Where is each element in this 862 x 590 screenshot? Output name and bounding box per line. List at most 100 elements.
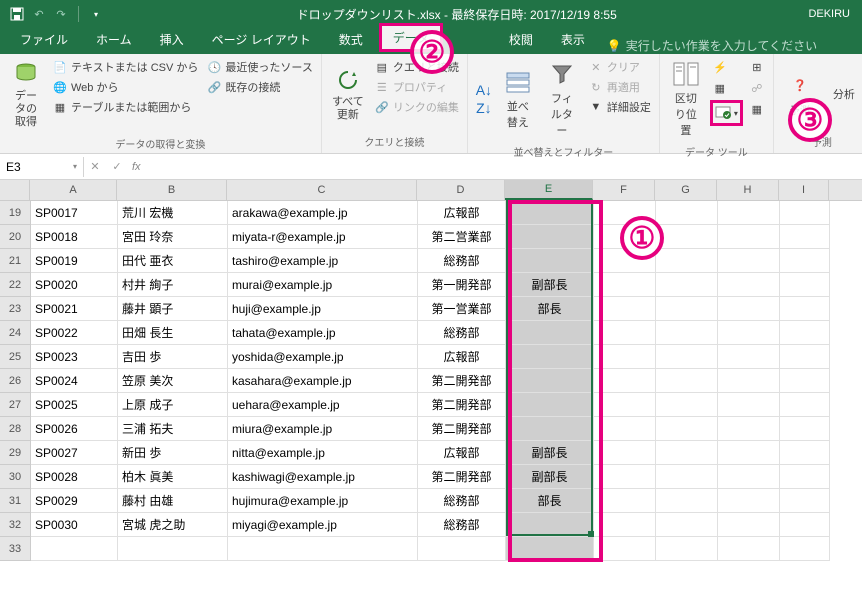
cell[interactable] [718,441,780,465]
cell[interactable] [656,369,718,393]
cell[interactable] [228,537,418,561]
cell[interactable] [718,321,780,345]
rowhead[interactable]: 31 [0,489,30,513]
cancel-formula-icon[interactable]: ✕ [84,160,106,173]
cell[interactable] [780,297,830,321]
filter-button[interactable]: フィルター [542,58,582,140]
cell[interactable]: 広報部 [418,201,506,225]
cell[interactable]: yoshida@example.jp [228,345,418,369]
refresh-all-button[interactable]: すべて 更新 [328,58,368,130]
cell[interactable] [594,297,656,321]
cell[interactable]: 副部長 [506,465,594,489]
cell[interactable]: 第二開発部 [418,417,506,441]
rowhead[interactable]: 26 [0,369,30,393]
cell[interactable]: miyagi@example.jp [228,513,418,537]
rowhead[interactable]: 21 [0,249,30,273]
advanced-filter[interactable]: ▼詳細設定 [586,98,653,116]
existing-connections[interactable]: 🔗既存の接続 [204,78,314,96]
cell[interactable] [780,201,830,225]
cell[interactable]: 第二開発部 [418,465,506,489]
cell[interactable]: 広報部 [418,441,506,465]
chevron-down-icon[interactable]: ▾ [73,162,77,171]
cell[interactable]: 第一営業部 [418,297,506,321]
cell[interactable] [594,345,656,369]
rowhead[interactable]: 33 [0,537,30,561]
cell[interactable]: 上原 成子 [118,393,228,417]
cell[interactable] [594,513,656,537]
cell[interactable] [780,345,830,369]
tab-formulas[interactable]: 数式 [325,26,377,54]
cell[interactable] [656,273,718,297]
cell[interactable]: uehara@example.jp [228,393,418,417]
text-to-columns-button[interactable]: 区切り位置 [666,58,706,140]
colhead-b[interactable]: B [117,180,227,200]
cell[interactable]: 総務部 [418,321,506,345]
cell[interactable] [506,201,594,225]
colhead-d[interactable]: D [417,180,505,200]
rowhead[interactable]: 27 [0,393,30,417]
cell[interactable]: 総務部 [418,249,506,273]
cell[interactable] [718,513,780,537]
rowhead[interactable]: 23 [0,297,30,321]
manage-data-model[interactable]: ▦ [747,100,767,118]
cell[interactable] [506,225,594,249]
cell[interactable] [656,201,718,225]
cell[interactable] [780,273,830,297]
cell[interactable] [718,273,780,297]
cell[interactable]: SP0021 [31,297,118,321]
cell[interactable]: huji@example.jp [228,297,418,321]
cell[interactable] [656,441,718,465]
save-icon[interactable] [8,5,26,23]
cell[interactable]: SP0022 [31,321,118,345]
cell[interactable] [594,441,656,465]
cell[interactable] [594,417,656,441]
cell[interactable] [118,537,228,561]
cell[interactable] [656,225,718,249]
cell[interactable] [418,537,506,561]
sort-asc[interactable]: A↓ [474,81,494,99]
rowhead[interactable]: 20 [0,225,30,249]
rowhead[interactable]: 22 [0,273,30,297]
cell[interactable]: tahata@example.jp [228,321,418,345]
cell[interactable] [656,465,718,489]
select-all-corner[interactable] [0,180,30,200]
from-text-csv[interactable]: 📄テキストまたは CSV から [50,58,200,76]
rowhead[interactable]: 19 [0,201,30,225]
cell[interactable] [656,249,718,273]
cell[interactable] [718,417,780,441]
cell[interactable]: SP0026 [31,417,118,441]
cell[interactable]: 広報部 [418,345,506,369]
user-label[interactable]: DEKIRU [808,8,850,20]
cell[interactable] [506,369,594,393]
cell[interactable] [506,417,594,441]
rowhead[interactable]: 25 [0,345,30,369]
sort-desc[interactable]: Z↓ [474,99,494,117]
cell[interactable] [31,537,118,561]
cell[interactable]: 吉田 歩 [118,345,228,369]
undo-icon[interactable]: ↶ [30,5,48,23]
cell[interactable]: 第二開発部 [418,369,506,393]
cell[interactable]: kashiwagi@example.jp [228,465,418,489]
data-validation-button[interactable]: ▾ [710,100,743,126]
cell[interactable] [506,513,594,537]
cell[interactable] [718,225,780,249]
cell[interactable] [780,417,830,441]
cell[interactable] [506,393,594,417]
tab-file[interactable]: ファイル [6,26,82,54]
cell[interactable]: 藤村 由雄 [118,489,228,513]
cell[interactable] [718,393,780,417]
cell[interactable] [780,249,830,273]
cell[interactable]: 第二開発部 [418,393,506,417]
cell[interactable]: 荒川 宏機 [118,201,228,225]
from-web[interactable]: 🌐Web から [50,78,200,96]
cell[interactable]: SP0020 [31,273,118,297]
cell[interactable] [656,321,718,345]
cell[interactable] [506,249,594,273]
cell[interactable] [656,489,718,513]
fx-icon[interactable]: fx [128,161,145,173]
cell[interactable] [656,297,718,321]
cell[interactable] [780,369,830,393]
cell[interactable]: 新田 歩 [118,441,228,465]
cell[interactable] [656,537,718,561]
enter-formula-icon[interactable]: ✓ [106,160,128,173]
